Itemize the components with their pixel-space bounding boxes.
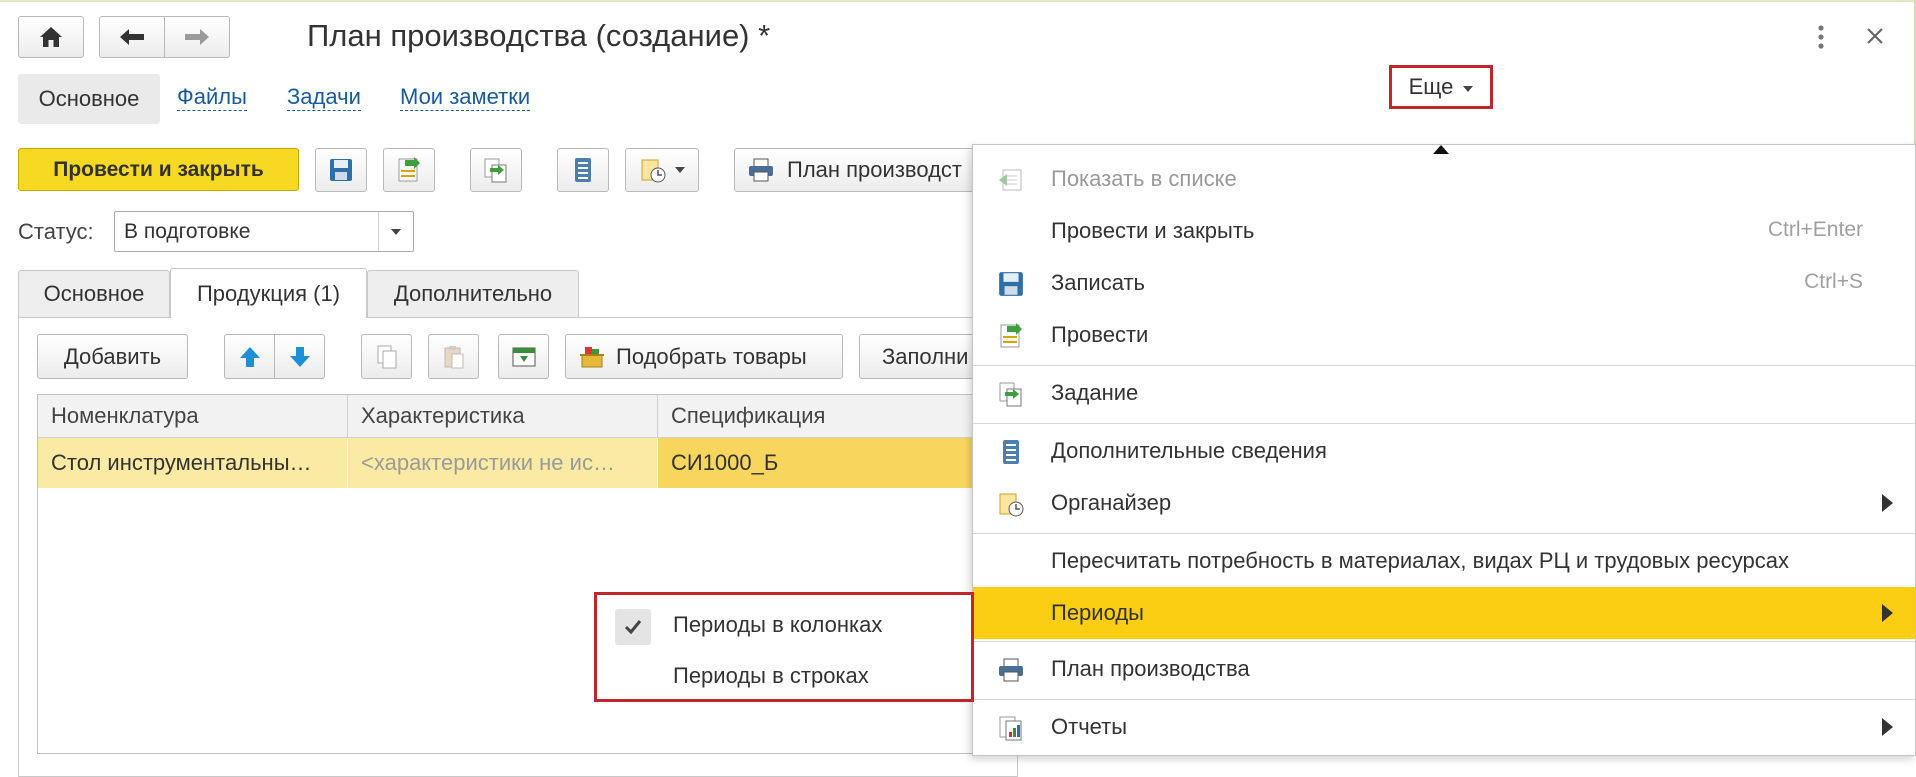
menu-item-additional-info[interactable]: Дополнительные сведения	[973, 425, 1915, 477]
printer-icon	[999, 658, 1023, 682]
printer-icon	[749, 158, 773, 182]
chevron-down-icon	[1463, 86, 1474, 92]
doc-tab-main[interactable]: Основное	[18, 270, 170, 317]
window-top-border	[0, 0, 1916, 2]
menu-item-task[interactable]: Задание	[973, 367, 1915, 419]
back-button[interactable]	[99, 16, 165, 58]
menu-separator	[973, 699, 1915, 700]
menu-separator	[973, 423, 1915, 424]
more-button-label: Еще	[1408, 74, 1454, 99]
status-select[interactable]: В подготовке	[114, 211, 414, 252]
nav-tab-tasks[interactable]: Задачи	[287, 84, 361, 111]
submenu-arrow-icon	[1882, 604, 1893, 622]
organizer-icon	[999, 493, 1024, 517]
menu-item-post-and-close[interactable]: Провести и закрыть Ctrl+Enter	[973, 205, 1915, 257]
arrow-right-icon	[185, 29, 209, 45]
shortcut-post-and-close: Ctrl+Enter	[1767, 218, 1863, 241]
print-plan-label: План производст	[787, 157, 963, 182]
chevron-down-icon	[391, 228, 401, 235]
post-button[interactable]	[383, 148, 435, 192]
arrow-down-icon	[289, 346, 310, 367]
menu-item-recalculate[interactable]: Пересчитать потребность в материалах, ви…	[973, 535, 1915, 587]
menu-item-post[interactable]: Провести	[973, 309, 1915, 361]
organizer-button[interactable]	[625, 148, 699, 192]
pick-goods-button[interactable]: Подобрать товары	[565, 334, 843, 379]
menu-item-reports[interactable]: Отчеты	[973, 701, 1915, 753]
menu-item-periods[interactable]: Периоды	[973, 587, 1915, 639]
cell-characteristic[interactable]: <характеристики не ис…	[348, 438, 658, 488]
forward-button[interactable]	[164, 16, 230, 58]
add-button[interactable]: Добавить	[37, 334, 188, 379]
organizer-icon	[641, 159, 666, 183]
additional-info-icon	[575, 158, 591, 182]
home-button[interactable]	[18, 16, 84, 58]
save-icon	[330, 159, 352, 181]
status-label: Статус:	[18, 219, 94, 244]
more-button[interactable]: Еще	[1389, 65, 1493, 109]
submenu-arrow-icon	[1882, 718, 1893, 736]
post-icon	[1000, 323, 1022, 348]
chevron-down-icon	[675, 167, 685, 173]
submenu-arrow-icon	[1882, 494, 1893, 512]
status-value: В подготовке	[124, 220, 251, 243]
arrow-up-icon	[239, 346, 260, 367]
reports-icon	[999, 716, 1022, 741]
column-header-characteristic[interactable]: Характеристика	[348, 395, 658, 437]
more-menu: Показать в списке Провести и закрыть Ctr…	[972, 144, 1916, 756]
task-button[interactable]	[470, 148, 522, 192]
nav-tab-notes[interactable]: Мои заметки	[400, 84, 531, 111]
periods-in-rows-item[interactable]: Периоды в строках	[673, 663, 869, 689]
fill-button-label: Заполни	[882, 343, 969, 369]
doc-tab-products[interactable]: Продукция (1)	[170, 268, 367, 318]
nav-tab-files[interactable]: Файлы	[177, 84, 247, 111]
table-header: Номенклатура Характеристика Спецификация	[38, 395, 1016, 438]
print-plan-button[interactable]: План производст	[734, 148, 994, 192]
periods-submenu: Периоды в колонках Периоды в строках	[594, 592, 974, 702]
cell-nomenclature[interactable]: Стол инструментальны…	[38, 438, 348, 488]
move-up-button[interactable]	[224, 334, 275, 379]
nav-tab-main[interactable]: Основное	[18, 74, 160, 124]
shopping-basket-icon	[580, 346, 604, 367]
menu-separator	[973, 365, 1915, 366]
column-header-nomenclature[interactable]: Номенклатура	[38, 395, 348, 437]
paste-icon	[444, 345, 463, 368]
additional-info-button[interactable]	[557, 148, 609, 192]
menu-separator	[973, 533, 1915, 534]
menu-pointer	[1433, 145, 1449, 154]
status-dropdown-button[interactable]	[378, 212, 413, 251]
fill-column-icon	[512, 347, 535, 366]
show-in-list-icon	[999, 169, 1022, 191]
column-header-specification[interactable]: Спецификация	[658, 395, 1018, 437]
vertical-dots-icon[interactable]	[1815, 24, 1827, 50]
save-button[interactable]	[315, 148, 367, 192]
post-icon	[398, 157, 420, 182]
close-icon[interactable]	[1865, 26, 1885, 46]
pick-goods-label: Подобрать товары	[616, 343, 807, 369]
periods-in-columns-item[interactable]: Периоды в колонках	[673, 612, 882, 638]
additional-info-icon	[1003, 440, 1019, 464]
home-icon	[40, 27, 62, 47]
post-and-close-button[interactable]: Провести и закрыть	[18, 148, 299, 191]
move-down-button[interactable]	[274, 334, 325, 379]
menu-item-save[interactable]: Записать Ctrl+S	[973, 257, 1915, 309]
checkmark-icon	[624, 620, 642, 635]
cell-specification[interactable]: СИ1000_Б	[658, 438, 1018, 488]
menu-item-organizer[interactable]: Органайзер	[973, 477, 1915, 529]
table-row[interactable]: Стол инструментальны… <характеристики не…	[38, 438, 1018, 488]
arrow-left-icon	[120, 29, 144, 45]
doc-tab-additional[interactable]: Дополнительно	[367, 270, 579, 317]
shortcut-save: Ctrl+S	[1804, 270, 1863, 293]
menu-item-show-in-list[interactable]: Показать в списке	[973, 153, 1915, 205]
save-icon	[999, 272, 1023, 296]
menu-item-production-plan[interactable]: План производства	[973, 643, 1915, 695]
paste-button[interactable]	[428, 334, 479, 379]
periods-in-columns-checkmark	[615, 609, 651, 645]
copy-icon	[377, 345, 396, 368]
window-title: План производства (создание) *	[307, 18, 771, 53]
task-icon	[484, 158, 507, 183]
copy-button[interactable]	[361, 334, 412, 379]
fill-column-button[interactable]	[498, 334, 549, 379]
task-icon	[999, 382, 1022, 407]
menu-separator	[973, 641, 1915, 642]
